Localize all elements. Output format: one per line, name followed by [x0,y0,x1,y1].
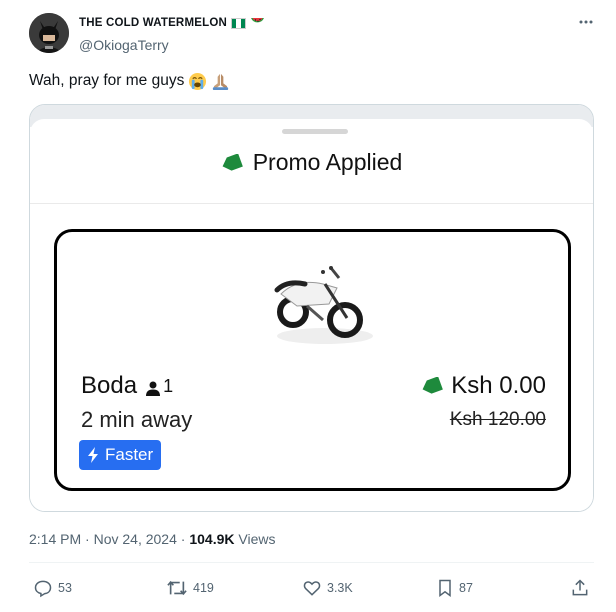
batman-avatar-icon [29,13,69,53]
repost-count: 419 [193,581,214,595]
meta-separator: · [180,531,186,547]
share-icon [572,579,588,596]
repost-button[interactable]: 419 [166,578,214,598]
reply-icon [34,580,52,598]
ride-name-row: Boda 1 [81,372,173,400]
reply-count: 53 [58,581,72,595]
like-count: 3.3K [327,581,353,595]
author-name-row[interactable]: THE COLD WATERMELON [79,17,265,29]
motorbike-icon [274,266,373,344]
ride-sheet: Promo Applied Boda 1 2 min away Faster K… [30,119,593,511]
meta-separator: · [85,531,90,547]
tweet-timestamp: 2:14 PM · Nov 24, 2024 · 104.9K Views [29,531,275,547]
promo-title: Promo Applied [252,149,403,175]
ride-eta: 2 min away [81,407,193,432]
promo-header: Promo Applied [30,149,593,176]
tweet-actions-bar: 53 419 3.3K 87 [29,578,594,600]
actions-divider [29,562,594,563]
tweet-text: Wah, pray for me guys [29,72,185,89]
nigeria-flag-icon [230,17,246,29]
faster-label: Faster [105,445,154,464]
more-options-icon[interactable] [578,14,594,30]
share-button[interactable] [570,578,590,598]
promo-tag-icon [422,377,444,394]
watermelon-icon [250,18,264,23]
tweet-media-image[interactable]: Promo Applied Boda 1 2 min away Faster K… [29,104,594,512]
lightning-icon [88,447,98,463]
tweet-text-row: Wah, pray for me guys [29,71,230,91]
price-row: Ksh 0.00 [421,372,546,400]
views-label: Views [238,531,276,547]
ride-name: Boda [81,372,138,399]
person-icon [146,381,161,396]
ride-option-card: Boda 1 2 min away Faster Ksh 0.00 Ksh 12… [54,229,571,491]
like-button[interactable]: 3.3K [302,578,353,598]
bookmark-button[interactable]: 87 [436,578,473,598]
views-count: 104.9K [189,531,235,547]
folded-hands-icon [210,71,230,91]
avatar[interactable] [29,13,69,53]
sheet-divider [30,203,593,204]
repost-icon [167,580,187,596]
seat-count: 1 [163,375,174,396]
tweet-date[interactable]: Nov 24, 2024 [94,531,177,547]
heart-icon [303,581,321,596]
bookmark-icon [439,579,451,597]
original-price: Ksh 120.00 [449,409,546,430]
discounted-price: Ksh 0.00 [451,372,546,399]
reply-button[interactable]: 53 [33,578,72,598]
author-handle[interactable]: @OkiogaTerry [79,37,169,53]
promo-tag-icon [222,153,243,171]
tweet-time[interactable]: 2:14 PM [29,531,81,547]
sheet-drag-handle [282,129,348,134]
loudly-crying-face-icon [187,71,207,91]
bookmark-count: 87 [459,581,473,595]
faster-badge: Faster [79,440,162,470]
display-name[interactable]: THE COLD WATERMELON [79,17,227,29]
